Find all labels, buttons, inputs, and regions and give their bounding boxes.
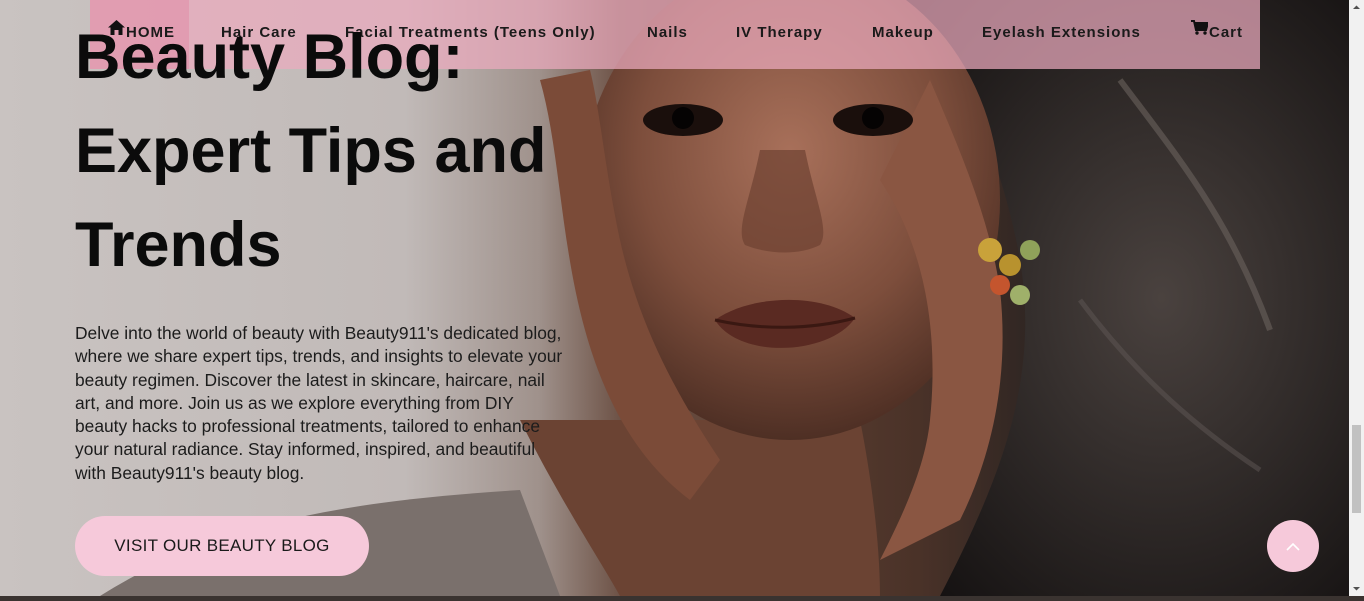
nav-item-label: Eyelash Extensions <box>982 24 1141 41</box>
headline-line: Beauty Blog: <box>75 22 464 92</box>
nav-item-label: Nails <box>647 24 688 41</box>
vertical-scrollbar[interactable] <box>1349 0 1364 596</box>
nav-item-makeup[interactable]: Makeup <box>872 0 934 69</box>
nav-item-nails[interactable]: Nails <box>647 0 688 69</box>
nav-item-eyelash-extensions[interactable]: Eyelash Extensions <box>982 0 1141 69</box>
nav-item-label: IV Therapy <box>736 24 823 41</box>
scroll-down-arrow-icon[interactable] <box>1349 581 1364 596</box>
back-to-top-button[interactable] <box>1267 520 1319 572</box>
nav-item-label: Makeup <box>872 24 934 41</box>
hero-intro-text: Delve into the world of beauty with Beau… <box>75 323 563 483</box>
nav-item-iv-therapy[interactable]: IV Therapy <box>736 0 823 69</box>
hero-headline: Beauty Blog: Expert Tips and Trends <box>75 10 595 292</box>
nav-item-label: Cart <box>1209 24 1244 41</box>
scroll-up-arrow-icon[interactable] <box>1349 0 1364 15</box>
cart-icon <box>1191 0 1210 64</box>
visit-blog-button[interactable]: VISIT OUR BEAUTY BLOG <box>75 516 369 576</box>
headline-line: Trends <box>75 210 282 280</box>
chevron-up-icon <box>1286 539 1300 554</box>
headline-line: Expert Tips and <box>75 116 547 186</box>
nav-item-cart[interactable]: Cart <box>1191 0 1243 69</box>
scrollbar-thumb[interactable] <box>1352 425 1361 513</box>
